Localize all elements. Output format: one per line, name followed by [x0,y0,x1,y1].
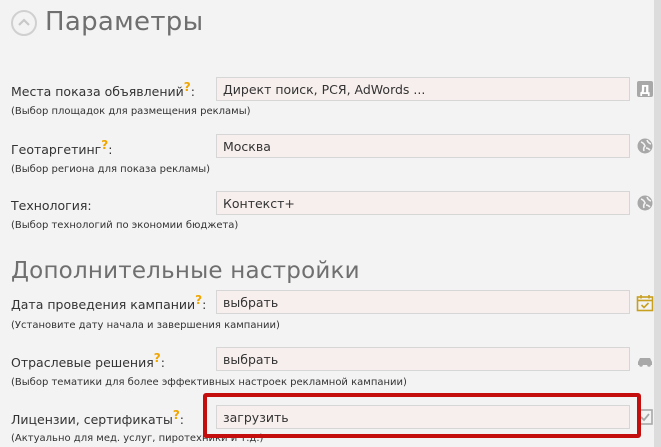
globe-icon[interactable] [636,194,654,212]
placements-field[interactable]: Директ поиск, РСЯ, AdWords ... [216,77,630,101]
scrollbar[interactable] [654,0,661,447]
field-hint-technology: (Выбор технологий по экономии бюджета) [11,220,239,231]
field-hint-industry-solutions: (Выбор тематики для более эффективных на… [11,377,407,388]
help-question-icon[interactable]: ? [154,351,161,365]
highlight-frame [203,393,641,438]
help-question-icon[interactable]: ? [184,80,191,94]
car-icon[interactable] [636,351,654,369]
globe-icon[interactable] [636,137,654,155]
field-label-industry-solutions: Отраслевые решения?: [11,351,165,370]
svg-text:Д: Д [640,83,651,97]
calendar-icon[interactable] [636,294,654,312]
page-title: Параметры [45,7,204,37]
field-label-placements: Места показа объявлений?: [11,80,195,99]
campaign-dates-field[interactable]: выбрать [216,290,630,314]
field-hint-placements: (Выбор площадок для размещения рекламы) [11,106,251,117]
field-label-technology: Технология: [11,198,92,213]
collapse-chevron-icon[interactable] [11,10,37,36]
help-question-icon[interactable]: ? [173,408,180,422]
field-label-licenses: Лицензии, сертификаты?: [11,408,184,427]
geotargeting-field[interactable]: Москва [216,134,630,158]
help-question-icon[interactable]: ? [101,138,108,152]
field-hint-campaign-dates: (Установите дату начала и завершения кам… [11,320,280,331]
industry-solutions-field[interactable]: выбрать [216,347,630,371]
help-question-icon[interactable]: ? [195,293,202,307]
technology-field[interactable]: Контекст+ [216,191,630,215]
section-title-additional: Дополнительные настройки [11,258,360,284]
field-label-campaign-dates: Дата проведения кампании?: [11,293,207,312]
field-hint-geotargeting: (Выбор региона для показа рекламы) [11,164,211,175]
field-label-geotargeting: Геотаргетинг?: [11,138,113,157]
letter-d-icon[interactable]: Д [636,80,654,98]
